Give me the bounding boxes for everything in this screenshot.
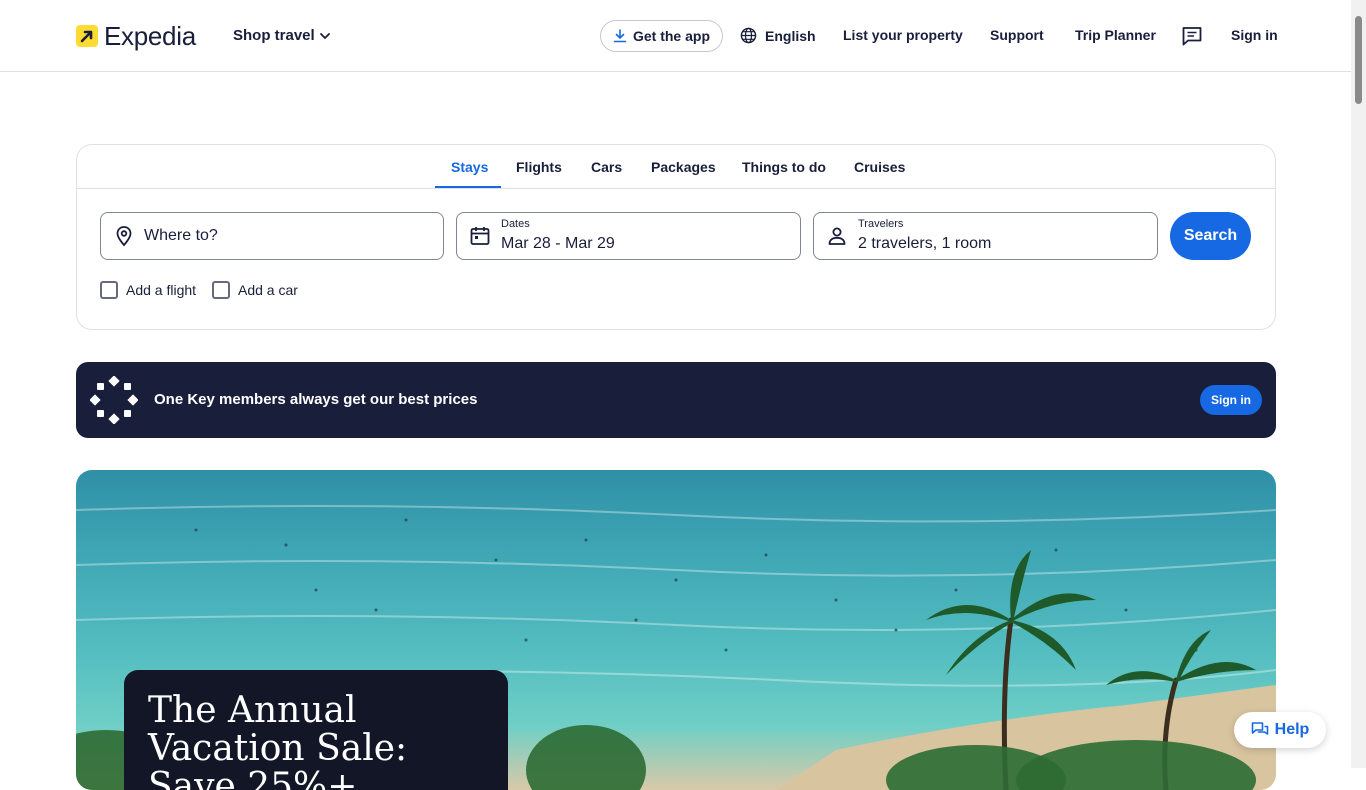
add-car-label: Add a car	[238, 282, 298, 298]
help-button[interactable]: Help	[1234, 712, 1326, 748]
trip-planner-label: Trip Planner	[1075, 27, 1156, 43]
vacation-sale-hero[interactable]: The Annual Vacation Sale: Save 25%+	[76, 470, 1276, 790]
tab-things-to-do[interactable]: Things to do	[742, 159, 826, 175]
add-car-checkbox[interactable]: Add a car	[212, 281, 298, 299]
add-flight-label: Add a flight	[126, 282, 197, 298]
calendar-icon	[470, 227, 490, 245]
expedia-logo[interactable]: Expedia	[76, 21, 196, 51]
download-icon	[613, 29, 627, 43]
sign-in-link[interactable]: Sign in	[1231, 27, 1278, 43]
tab-cars[interactable]: Cars	[591, 159, 622, 175]
page-scrollbar[interactable]	[1351, 0, 1366, 768]
location-pin-icon	[116, 226, 132, 247]
search-form: Stays Flights Cars Packages Things to do…	[76, 144, 1276, 330]
sign-in-label: Sign in	[1231, 27, 1278, 43]
messages-button[interactable]	[1181, 25, 1203, 47]
globe-icon	[740, 27, 757, 44]
add-car-checkbox-box[interactable]	[212, 281, 230, 299]
destination-placeholder: Where to?	[144, 227, 218, 244]
travelers-label: Travelers	[858, 218, 904, 230]
dates-field[interactable]: Dates Mar 28 - Mar 29	[456, 212, 801, 260]
get-app-button[interactable]: Get the app	[600, 20, 723, 52]
tab-cruises[interactable]: Cruises	[854, 159, 905, 175]
chevron-down-icon	[319, 32, 330, 39]
site-header: Expedia Shop travel Get the app English …	[0, 0, 1351, 72]
help-label: Help	[1274, 721, 1310, 738]
travelers-field[interactable]: Travelers 2 travelers, 1 room	[813, 212, 1158, 260]
add-flight-checkbox-box[interactable]	[100, 281, 118, 299]
language-label: English	[765, 27, 816, 44]
expedia-logo-icon	[76, 25, 98, 47]
get-app-label: Get the app	[632, 28, 710, 44]
sale-title: The Annual Vacation Sale: Save 25%+	[148, 690, 408, 790]
onekey-logo-icon	[90, 376, 138, 424]
message-icon	[1182, 27, 1202, 46]
support-link[interactable]: Support	[990, 27, 1044, 43]
active-tab-indicator	[435, 186, 501, 188]
onekey-sign-in-button[interactable]: Sign in	[1200, 385, 1262, 415]
shop-travel-menu[interactable]: Shop travel	[233, 27, 331, 44]
add-flight-checkbox[interactable]: Add a flight	[100, 281, 196, 299]
scrollbar-thumb[interactable]	[1355, 16, 1362, 104]
brand-name: Expedia	[104, 20, 196, 51]
search-button[interactable]: Search	[1170, 212, 1251, 260]
dates-value: Mar 28 - Mar 29	[501, 235, 615, 252]
tab-stays[interactable]: Stays	[451, 159, 488, 175]
language-selector[interactable]: English	[740, 27, 816, 44]
list-property-link[interactable]: List your property	[843, 27, 963, 43]
sale-card[interactable]: The Annual Vacation Sale: Save 25%+	[124, 670, 508, 790]
destination-field[interactable]: Where to?	[100, 212, 444, 260]
list-property-label: List your property	[843, 27, 963, 43]
trip-planner-link[interactable]: Trip Planner	[1075, 27, 1156, 43]
dates-label: Dates	[501, 218, 530, 230]
onekey-message: One Key members always get our best pric…	[154, 391, 478, 408]
shop-travel-label: Shop travel	[233, 27, 315, 44]
support-label: Support	[990, 27, 1044, 43]
chat-bubbles-icon	[1251, 722, 1268, 735]
tab-flights[interactable]: Flights	[516, 159, 562, 175]
travelers-value: 2 travelers, 1 room	[858, 235, 992, 252]
onekey-banner: One Key members always get our best pric…	[76, 362, 1276, 438]
tab-packages[interactable]: Packages	[651, 159, 716, 175]
person-icon	[828, 227, 846, 245]
search-tabs: Stays Flights Cars Packages Things to do…	[77, 145, 1275, 189]
